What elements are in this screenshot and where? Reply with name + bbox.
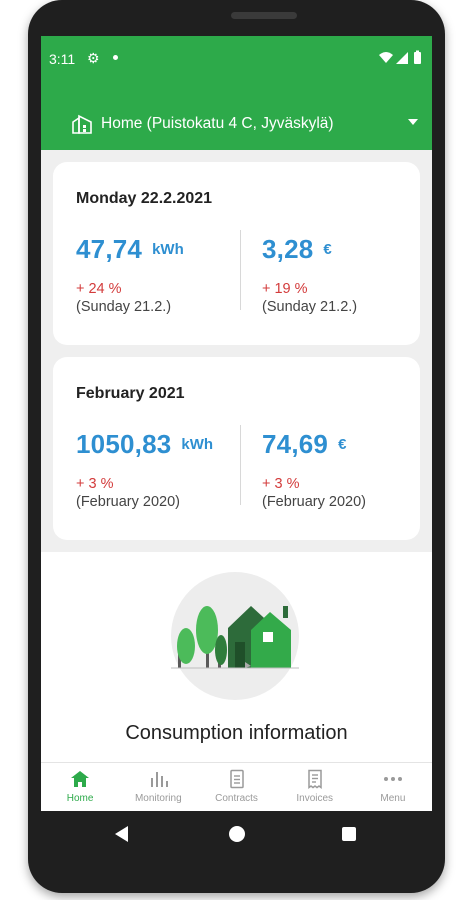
daily-card-title: Monday 22.2.2021 [76,190,213,207]
nav-menu[interactable]: Menu [354,763,432,811]
back-icon[interactable] [115,826,128,842]
house-trees-illustration [171,606,299,669]
bottom-navigation: Home Monitoring Contracts Invoices Menu [41,762,432,811]
document-icon [229,769,244,789]
daily-energy-compare: (Sunday 21.2.) [76,299,172,315]
monthly-cost-change: + 3 % [262,476,300,492]
monthly-cost-compare: (February 2020) [262,494,366,510]
settings-gear-icon: ⚙ [87,50,100,66]
notification-dot-icon [113,55,118,60]
daily-cost-value: 3,28 [262,234,314,264]
nav-home[interactable]: Home [41,763,119,811]
monthly-cost-unit: € [338,436,347,453]
wifi-icon [379,52,393,63]
monthly-energy-unit: kWh [181,436,214,453]
daily-energy-change: + 24 % [76,281,122,297]
metric-divider [240,425,241,505]
daily-cost-compare: (Sunday 21.2.) [262,299,358,315]
status-time: 3:11 [49,51,76,67]
nav-monitoring[interactable]: Monitoring [119,763,197,811]
nav-label-invoices: Invoices [296,793,334,804]
app-header: 3:11 ⚙ Home (Puistokatu 4 C, Jyväskylä) [41,36,432,150]
daily-cost-change: + 19 % [262,281,308,297]
monthly-energy-compare: (February 2020) [76,494,180,510]
daily-consumption-card[interactable]: Monday 22.2.2021 47,74 kWh + 24 % (Sunday… [53,162,420,345]
invoice-icon [307,769,322,789]
metric-divider [240,230,241,310]
monthly-energy-metric: 1050,83 kWh + 3 % (February 2020) [76,429,213,510]
signal-battery-icons [379,50,421,64]
daily-cost-metric: 3,28 € + 19 % (Sunday 21.2.) [262,234,357,315]
nav-invoices[interactable]: Invoices [276,763,354,811]
cell-signal-icon [396,52,408,64]
more-icon [383,777,402,781]
nav-label-home: Home [66,793,94,804]
monthly-card-title: February 2021 [76,385,185,402]
recent-apps-icon[interactable] [342,827,356,841]
daily-energy-value: 47,74 [76,234,143,264]
home-circle-icon[interactable] [229,826,245,842]
daily-energy-metric: 47,74 kWh + 24 % (Sunday 21.2.) [76,234,184,315]
app-screen: 3:11 ⚙ Home (Puistokatu 4 C, Jyväskylä) … [41,36,432,811]
monthly-energy-value: 1050,83 [76,429,172,459]
bar-chart-icon [151,772,169,787]
consumption-info-title: Consumption information [125,722,348,744]
status-bar: 3:11 ⚙ [41,36,432,80]
monthly-energy-change: + 3 % [76,476,114,492]
monthly-consumption-card[interactable]: February 2021 1050,83 kWh + 3 % (February… [53,357,420,540]
nav-label-menu: Menu [380,793,406,804]
monthly-cost-metric: 74,69 € + 3 % (February 2020) [262,429,366,510]
nav-label-contracts: Contracts [215,793,258,804]
dropdown-arrow-icon[interactable] [408,119,418,125]
phone-speaker [231,12,297,19]
location-label: Home (Puistokatu 4 C, Jyväskylä) [101,115,334,132]
daily-energy-unit: kWh [152,241,184,258]
nav-label-monitoring: Monitoring [134,793,182,804]
consumption-info-section[interactable]: Consumption information [41,552,432,762]
home-icon [71,771,90,787]
daily-cost-unit: € [323,241,332,258]
building-icon [72,114,92,134]
android-navigation-bar [41,811,432,859]
location-selector[interactable]: Home (Puistokatu 4 C, Jyväskylä) [71,112,334,136]
nav-contracts[interactable]: Contracts [197,763,275,811]
battery-icon [414,52,421,64]
monthly-cost-value: 74,69 [262,429,329,459]
